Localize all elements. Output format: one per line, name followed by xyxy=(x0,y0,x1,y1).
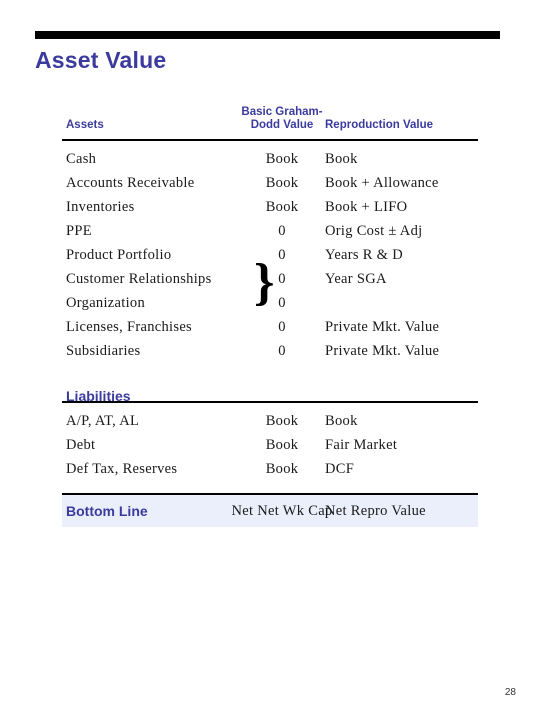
cell-reproduction-value: DCF xyxy=(325,461,355,477)
cell-reproduction-value: Book + Allowance xyxy=(325,175,439,191)
cell-reproduction-value: Years R & D xyxy=(325,247,403,263)
cell-basic-graham-dodd-value: 0 xyxy=(278,247,286,263)
table-row: Licenses, Franchises 0 Private Mkt. Value xyxy=(62,315,478,339)
cell-asset-name: Inventories xyxy=(66,199,135,215)
cell-asset-name: Subsidiaries xyxy=(66,343,141,359)
cell-basic-graham-dodd-value: 0 xyxy=(278,223,286,239)
header-accent-bar xyxy=(35,31,500,39)
table-row: A/P, AT, AL Book Book xyxy=(62,409,478,433)
column-header-reproduction-value: Reproduction Value xyxy=(325,119,433,131)
cell-asset-name: Product Portfolio xyxy=(66,247,172,263)
table-row: Def Tax, Reserves Book DCF xyxy=(62,457,478,481)
bottom-line-repro-value: Net Repro Value xyxy=(325,503,426,519)
cell-asset-name: Def Tax, Reserves xyxy=(66,461,178,477)
cell-basic-graham-dodd-value: Book xyxy=(265,461,299,477)
cell-reproduction-value: Year SGA xyxy=(325,271,387,287)
cell-reproduction-value: Fair Market xyxy=(325,437,398,453)
cell-asset-name: Licenses, Franchises xyxy=(66,319,192,335)
cell-basic-graham-dodd-value: Book xyxy=(265,413,299,429)
cell-basic-graham-dodd-value: Book xyxy=(265,175,299,191)
bottom-line-row: Bottom Line Net Net Wk Cap Net Repro Val… xyxy=(62,495,478,527)
table-header-row: Assets Basic Graham- Dodd Value Reproduc… xyxy=(62,104,478,141)
cell-reproduction-value: Private Mkt. Value xyxy=(325,319,440,335)
table-row: Inventories Book Book + LIFO xyxy=(62,195,478,219)
asset-value-table: Assets Basic Graham- Dodd Value Reproduc… xyxy=(62,104,478,527)
cell-asset-name: A/P, AT, AL xyxy=(66,413,140,429)
header-divider-rule xyxy=(62,139,478,141)
table-row: Debt Book Fair Market xyxy=(62,433,478,457)
cell-basic-graham-dodd-value: 0 xyxy=(278,271,286,287)
cell-asset-name: Customer Relationships xyxy=(66,271,212,287)
cell-asset-name: Debt xyxy=(66,437,96,453)
column-header-assets: Assets xyxy=(66,119,104,131)
page-title: Asset Value xyxy=(35,47,167,73)
cell-reproduction-value: Book xyxy=(325,413,358,429)
grouping-brace-icon: } xyxy=(254,260,275,308)
cell-reproduction-value: Private Mkt. Value xyxy=(325,343,440,359)
cell-asset-name: Organization xyxy=(66,295,146,311)
page-number: 28 xyxy=(504,687,516,698)
cell-basic-graham-dodd-value: Book xyxy=(265,437,299,453)
cell-asset-name: Cash xyxy=(66,151,97,167)
table-row: Subsidiaries 0 Private Mkt. Value xyxy=(62,339,478,363)
table-row: Cash Book Book xyxy=(62,147,478,171)
cell-reproduction-value: Book xyxy=(325,151,358,167)
cell-asset-name: PPE xyxy=(66,223,92,239)
liabilities-divider-rule xyxy=(62,401,478,403)
cell-asset-name: Accounts Receivable xyxy=(66,175,195,191)
cell-basic-graham-dodd-value: 0 xyxy=(278,343,286,359)
bottom-line-label: Bottom Line xyxy=(66,503,148,519)
cell-basic-graham-dodd-value: 0 xyxy=(278,295,286,311)
cell-basic-graham-dodd-value: Book xyxy=(265,151,299,167)
column-header-basic-graham-dodd-value: Basic Graham- Dodd Value xyxy=(241,106,323,131)
bottom-line-basic-value: Net Net Wk Cap xyxy=(231,503,333,519)
cell-basic-graham-dodd-value: Book xyxy=(265,199,299,215)
liabilities-row-group: A/P, AT, AL Book Book Debt Book Fair Market De… xyxy=(62,409,478,481)
assets-row-group: Cash Book Book Accounts Receivable Book Book … xyxy=(62,147,478,363)
table-row: PPE 0 Orig Cost ± Adj xyxy=(62,219,478,243)
cell-reproduction-value: Orig Cost ± Adj xyxy=(325,223,423,239)
table-row: Accounts Receivable Book Book + Allowance xyxy=(62,171,478,195)
cell-basic-graham-dodd-value: 0 xyxy=(278,319,286,335)
cell-reproduction-value: Book + LIFO xyxy=(325,199,408,215)
